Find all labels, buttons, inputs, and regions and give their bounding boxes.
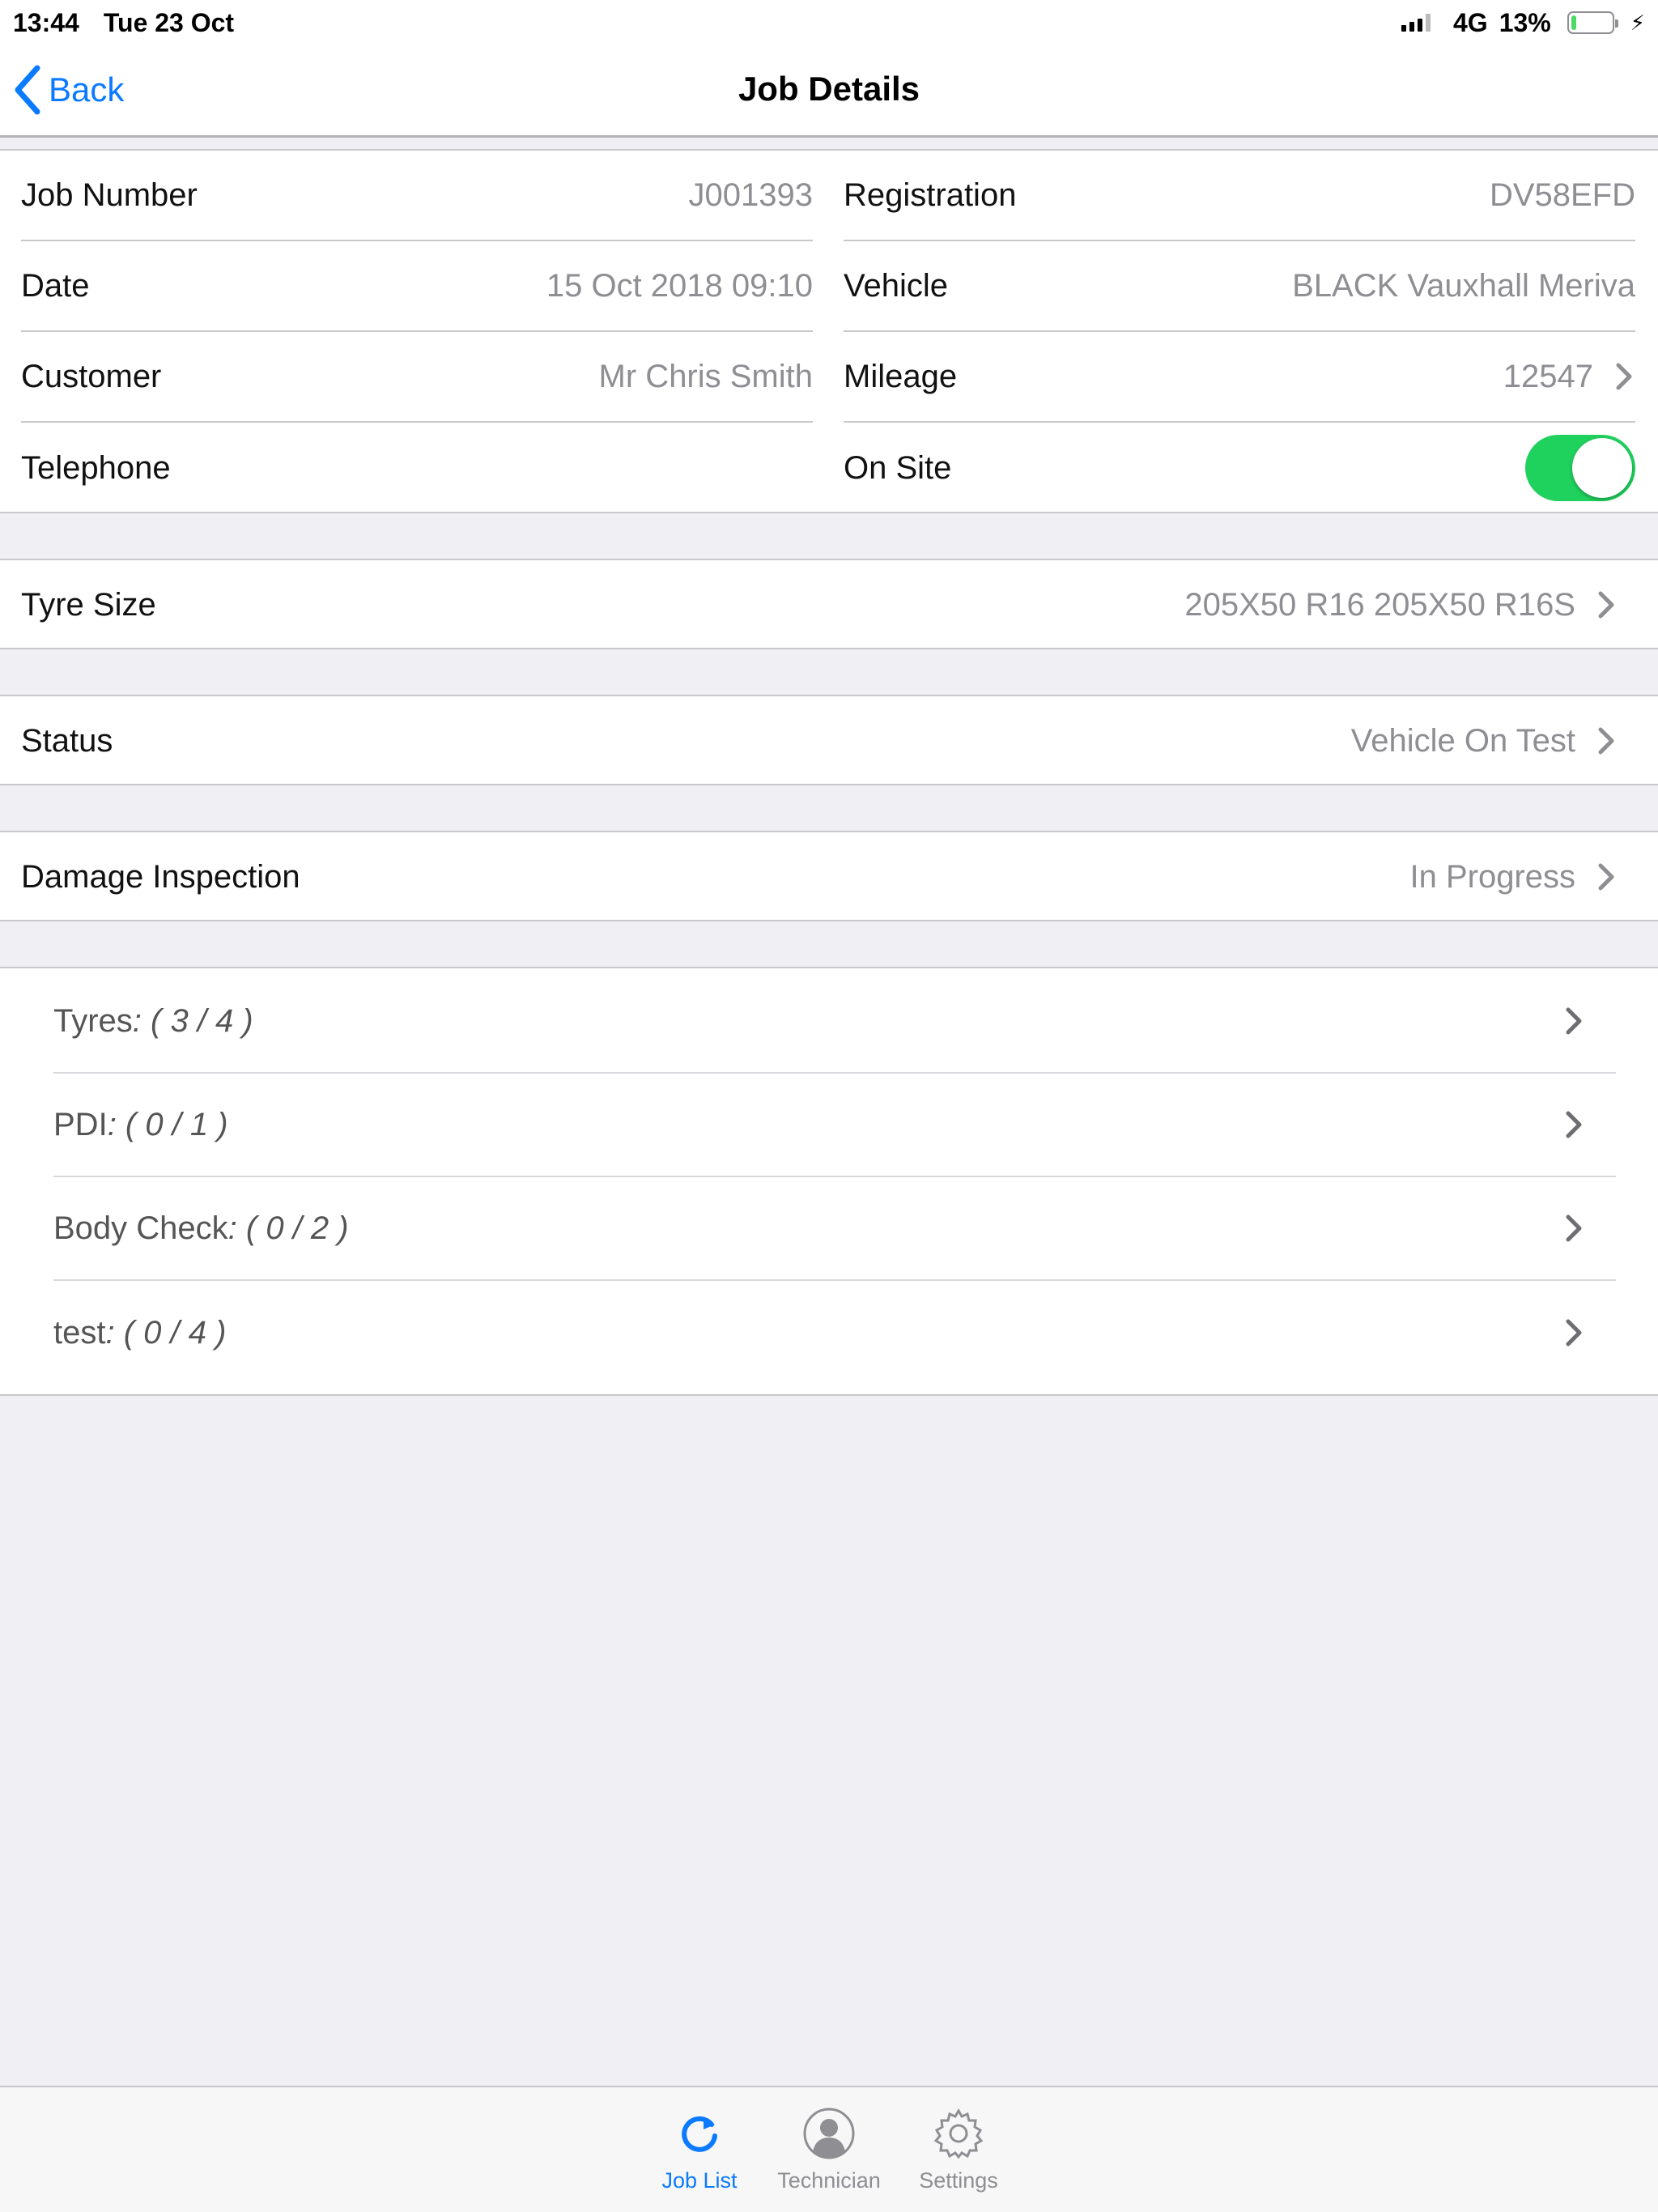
tab-label: Settings	[919, 2168, 998, 2193]
mileage-cell[interactable]: Mileage 12547	[844, 332, 1635, 423]
job-number-value: J001393	[688, 177, 813, 213]
battery-icon	[1567, 11, 1618, 34]
telephone-cell: Telephone	[21, 423, 813, 513]
status-time: 13:44	[13, 7, 79, 37]
chevron-right-icon	[1566, 1319, 1582, 1346]
status-bar: 13:44 Tue 23 Oct 4G 13% ⚡	[0, 0, 1658, 45]
status-row[interactable]: Status Vehicle On Test	[0, 696, 1658, 785]
date-cell: Date 15 Oct 2018 09:10	[21, 241, 813, 332]
on-site-label: On Site	[844, 449, 952, 486]
registration-label: Registration	[844, 177, 1017, 213]
tyre-size-section: Tyre Size 205X50 R16 205X50 R16S	[0, 559, 1658, 649]
tyre-size-label: Tyre Size	[21, 586, 156, 623]
job-details-grid: Job Number J001393 Date 15 Oct 2018 09:1…	[0, 149, 1658, 513]
vehicle-cell: Vehicle BLACK Vauxhall Meriva	[844, 241, 1635, 332]
date-label: Date	[21, 267, 90, 304]
registration-value: DV58EFD	[1489, 177, 1635, 213]
details-left-column: Job Number J001393 Date 15 Oct 2018 09:1…	[21, 151, 813, 513]
refresh-icon	[682, 2116, 717, 2152]
signal-icon	[1401, 14, 1431, 32]
tyre-size-value-wrap: 205X50 R16 205X50 R16S	[1184, 587, 1618, 623]
checklist-name: test	[53, 1314, 106, 1351]
status-value: Vehicle On Test	[1350, 722, 1575, 759]
job-number-cell: Job Number J001393	[21, 151, 813, 241]
checklist-item-text: test: ( 0 / 4 )	[53, 1315, 226, 1351]
checklist-name: PDI	[53, 1106, 108, 1142]
checklist-item-text: Body Check: ( 0 / 2 )	[53, 1210, 349, 1247]
user-icon	[803, 2108, 855, 2159]
network-type: 4G	[1453, 7, 1488, 37]
status-label: Status	[21, 722, 113, 759]
tyre-size-row[interactable]: Tyre Size 205X50 R16 205X50 R16S	[0, 560, 1658, 649]
toggle-knob	[1572, 438, 1632, 498]
status-value-wrap: Vehicle On Test	[1351, 723, 1618, 759]
checklist-item-pdi[interactable]: PDI: ( 0 / 1 )	[53, 1074, 1616, 1177]
job-number-label: Job Number	[21, 177, 198, 213]
status-date: Tue 23 Oct	[103, 7, 235, 37]
damage-inspection-value-wrap: In Progress	[1409, 859, 1618, 895]
details-right-column: Registration DV58EFD Vehicle BLACK Vauxh…	[844, 151, 1635, 513]
page-title: Job Details	[738, 70, 920, 108]
telephone-label: Telephone	[21, 449, 171, 486]
checklist-item-test[interactable]: test: ( 0 / 4 )	[53, 1281, 1616, 1385]
checklist-count: : ( 0 / 1 )	[107, 1106, 228, 1142]
mileage-value: 12547	[1503, 358, 1593, 394]
on-site-toggle[interactable]	[1525, 435, 1635, 501]
status-section: Status Vehicle On Test	[0, 695, 1658, 785]
checklist-count: : ( 3 / 4 )	[132, 1002, 253, 1039]
gear-icon	[933, 2108, 984, 2159]
checklist-item-text: Tyres: ( 3 / 4 )	[53, 1003, 253, 1040]
battery-percent: 13%	[1499, 7, 1551, 37]
on-site-cell: On Site	[844, 423, 1635, 513]
checklist-item-body-check[interactable]: Body Check: ( 0 / 2 )	[53, 1177, 1616, 1281]
mileage-label: Mileage	[844, 358, 958, 394]
registration-cell: Registration DV58EFD	[844, 151, 1635, 241]
chevron-right-icon	[1598, 591, 1614, 619]
mileage-value-wrap: 12547	[1503, 359, 1635, 395]
checklist-name: Tyres	[53, 1002, 133, 1039]
customer-label: Customer	[21, 358, 162, 394]
chevron-right-icon	[1616, 363, 1632, 390]
tab-label: Job List	[661, 2168, 738, 2193]
chevron-right-icon	[1566, 1111, 1582, 1138]
checklist-count: : ( 0 / 4 )	[105, 1314, 227, 1351]
vehicle-label: Vehicle	[844, 267, 948, 304]
checklist-count: : ( 0 / 2 )	[227, 1210, 349, 1246]
chevron-right-icon	[1566, 1214, 1582, 1242]
status-left: 13:44 Tue 23 Oct	[13, 8, 234, 38]
checklist-name: Body Check	[53, 1210, 228, 1246]
date-value: 15 Oct 2018 09:10	[546, 267, 813, 304]
charging-icon: ⚡	[1630, 10, 1645, 35]
customer-cell: Customer Mr Chris Smith	[21, 332, 813, 423]
tab-bar: Job List Technician Settings	[0, 2086, 1658, 2212]
navigation-bar: Back Job Details	[0, 45, 1658, 138]
vehicle-value: BLACK Vauxhall Meriva	[1292, 267, 1635, 304]
damage-inspection-row[interactable]: Damage Inspection In Progress	[0, 832, 1658, 921]
customer-value: Mr Chris Smith	[598, 358, 813, 394]
chevron-right-icon	[1598, 863, 1614, 891]
damage-inspection-section: Damage Inspection In Progress	[0, 831, 1658, 921]
checklist-item-text: PDI: ( 0 / 1 )	[53, 1107, 228, 1143]
checklist-section: Tyres: ( 3 / 4 ) PDI: ( 0 / 1 ) Body Che…	[0, 967, 1658, 1396]
tab-technician[interactable]: Technician	[777, 2087, 881, 2212]
tyre-size-value: 205X50 R16 205X50 R16S	[1184, 586, 1575, 623]
chevron-right-icon	[1566, 1007, 1582, 1035]
status-right: 4G 13% ⚡	[1401, 8, 1645, 38]
damage-inspection-label: Damage Inspection	[21, 858, 300, 895]
chevron-right-icon	[1598, 727, 1614, 755]
tab-label: Technician	[777, 2168, 881, 2193]
tab-settings[interactable]: Settings	[910, 2087, 1007, 2212]
damage-inspection-value: In Progress	[1409, 858, 1575, 895]
checklist-item-tyres[interactable]: Tyres: ( 3 / 4 )	[53, 970, 1616, 1074]
tab-job-list[interactable]: Job List	[651, 2087, 748, 2212]
